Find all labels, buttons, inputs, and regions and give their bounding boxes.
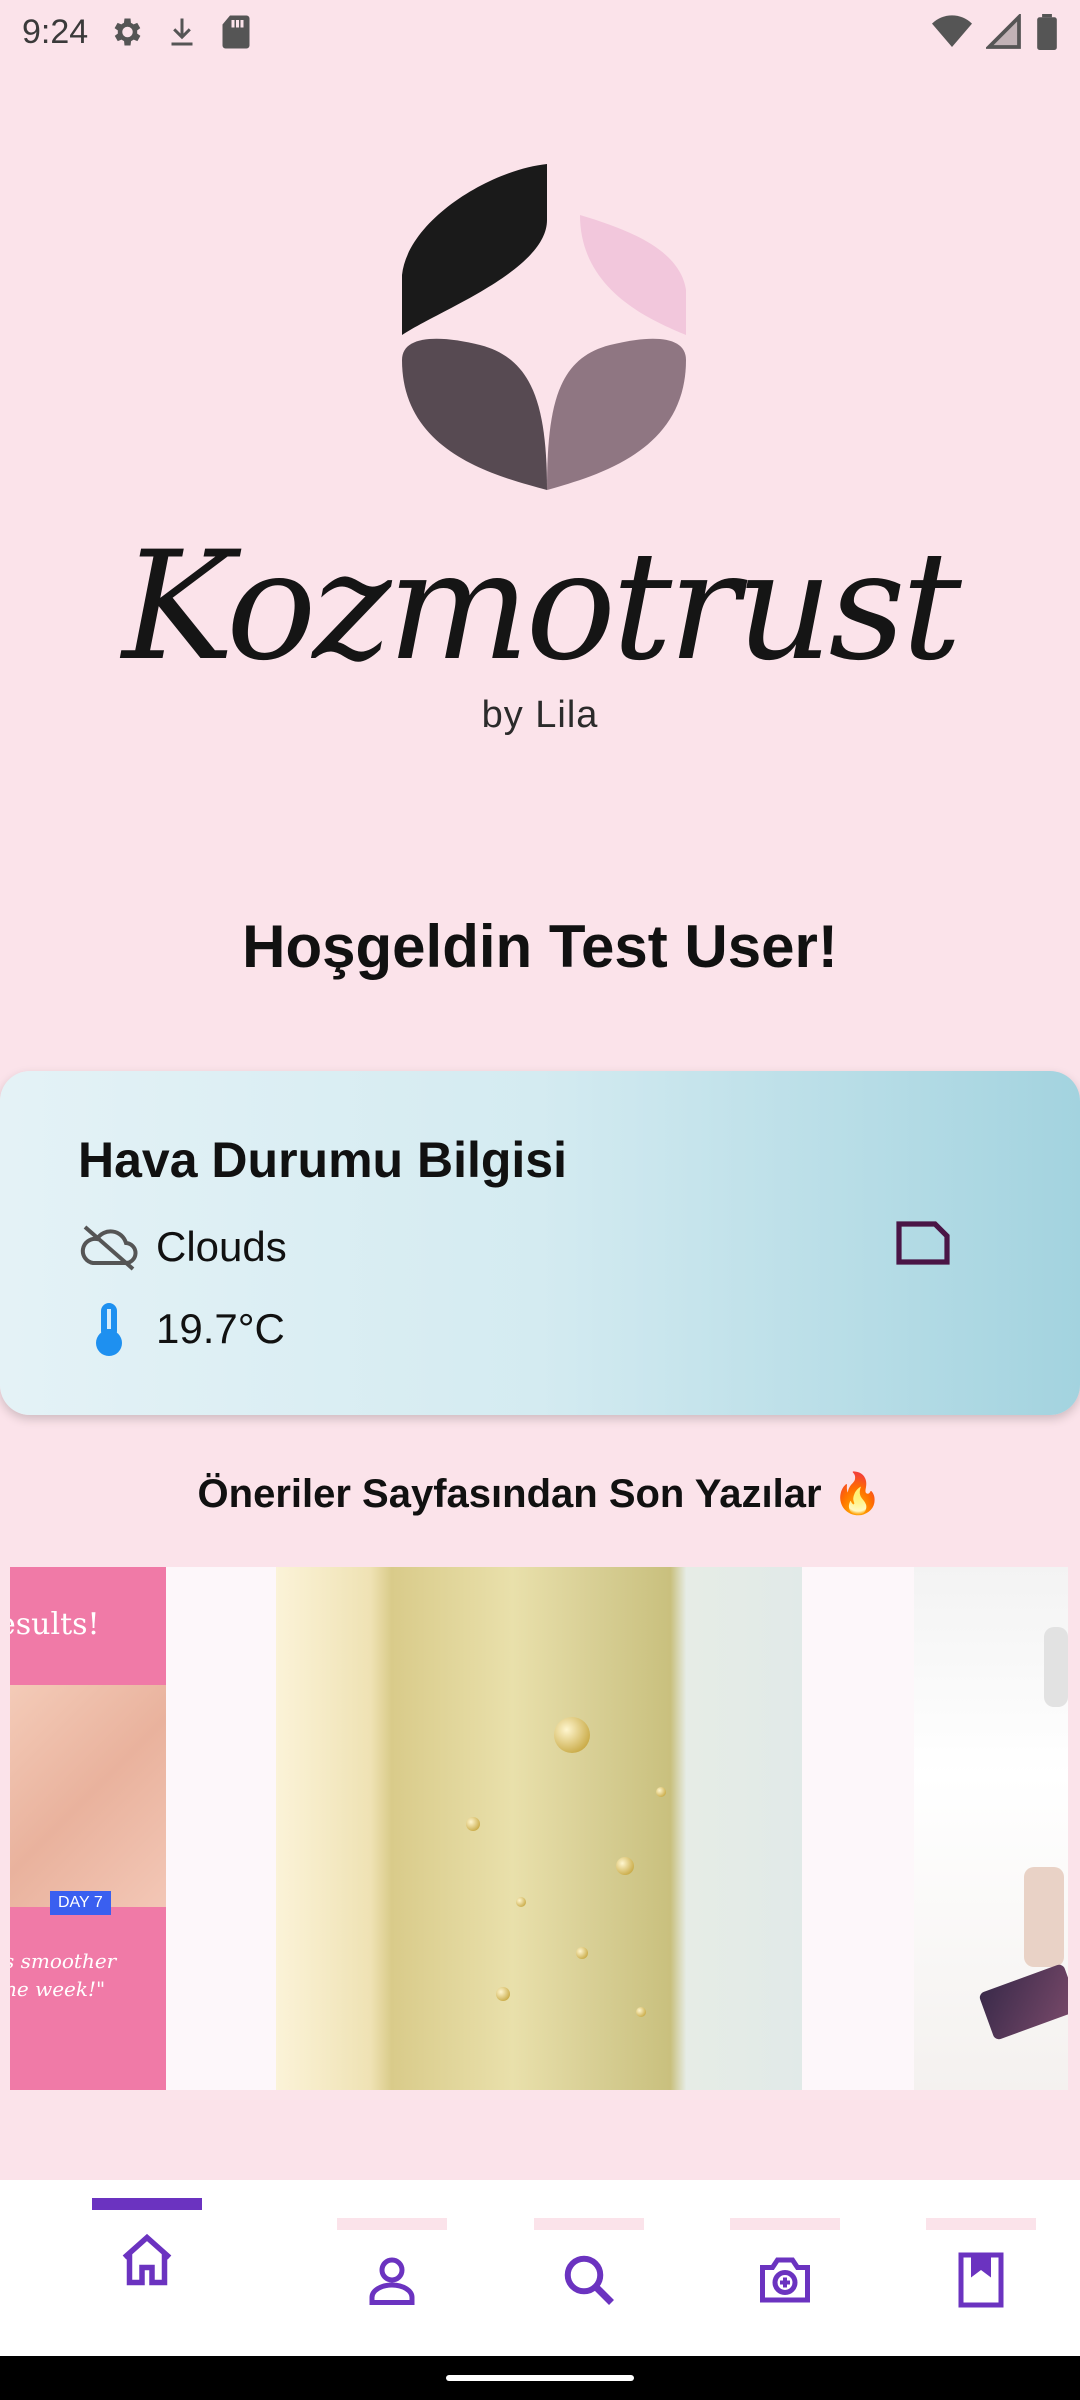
post-card[interactable]: esults! DAY 7 s smoother ne week!" — [10, 1567, 166, 2090]
post-image — [10, 1685, 166, 1907]
nav-home[interactable] — [92, 2180, 202, 2356]
battery-icon — [1037, 14, 1057, 50]
kozmotrust-logo — [402, 164, 686, 490]
recent-posts-carousel[interactable]: esults! DAY 7 s smoother ne week!" — [10, 1567, 1068, 2090]
weather-card: Hava Durumu Bilgisi Clouds 19.7°C — [0, 1071, 1080, 1415]
camera-icon — [760, 2257, 810, 2303]
weather-temperature-row: 19.7°C — [78, 1301, 285, 1357]
weather-condition: Clouds — [156, 1223, 287, 1270]
post-card[interactable] — [276, 1567, 802, 2090]
nav-indicator — [730, 2218, 840, 2230]
thermometer-icon — [96, 1303, 122, 1356]
wifi-icon — [932, 15, 972, 47]
download-icon — [171, 18, 193, 46]
nav-camera[interactable] — [730, 2180, 840, 2356]
post-caption: esults! — [10, 1607, 100, 1642]
search-icon — [564, 2255, 614, 2305]
nav-indicator — [92, 2198, 202, 2210]
logo-petal-bottom-right — [547, 338, 686, 490]
nav-search[interactable] — [534, 2180, 644, 2356]
gear-icon — [114, 18, 141, 46]
post-image — [554, 1717, 590, 1753]
nav-indicator — [534, 2218, 644, 2230]
sd-card-icon — [222, 15, 250, 49]
cloud-off-icon — [80, 1225, 138, 1271]
status-bar: 9:24 — [0, 0, 1080, 64]
nav-profile[interactable] — [337, 2180, 447, 2356]
home-icon — [122, 2233, 172, 2286]
post-quote: s smoother ne week!" — [10, 1949, 117, 2001]
post-badge: DAY 7 — [50, 1891, 111, 1915]
nav-indicator — [926, 2218, 1036, 2230]
post-card[interactable] — [914, 1567, 1068, 2090]
recent-posts-title: Öneriler Sayfasından Son Yazılar 🔥 — [197, 1472, 883, 1516]
bottom-navigation — [0, 2180, 1080, 2356]
nav-bookmarks[interactable] — [926, 2180, 1036, 2356]
nav-indicator — [337, 2218, 447, 2230]
welcome-title: Hoşgeldin Test User! — [242, 913, 838, 980]
person-icon — [369, 2257, 415, 2305]
home-gesture-handle[interactable] — [446, 2375, 634, 2381]
gesture-bar — [0, 2356, 1080, 2400]
logo-petal-top-left — [402, 164, 547, 335]
status-time: 9:24 — [22, 12, 89, 51]
logo-petal-top-right — [580, 215, 686, 335]
weather-condition-row: Clouds — [78, 1223, 287, 1271]
weather-temperature: 19.7°C — [156, 1305, 285, 1352]
brand-name: Kozmotrust — [122, 520, 962, 694]
brand-subtitle: by Lila — [481, 694, 599, 736]
post-image — [1024, 1867, 1064, 1967]
logo-petal-bottom-left — [402, 338, 547, 490]
bookmark-icon — [958, 2252, 1004, 2308]
signal-icon — [986, 14, 1021, 49]
note-icon[interactable] — [895, 1220, 951, 1266]
weather-title: Hava Durumu Bilgisi — [78, 1132, 567, 1188]
